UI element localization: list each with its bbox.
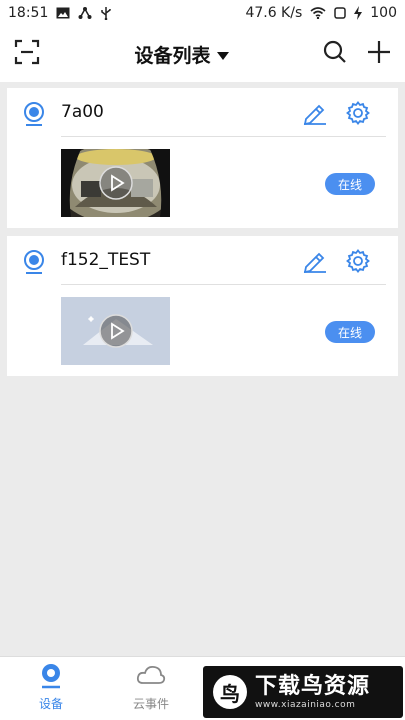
status-badge: 在线 xyxy=(325,321,375,343)
charging-icon xyxy=(354,6,363,20)
plus-icon xyxy=(367,41,390,63)
edit-icon[interactable] xyxy=(302,101,328,129)
add-device-button[interactable] xyxy=(367,40,391,68)
device-name[interactable]: f152_TEST xyxy=(61,250,150,270)
watermark-logo: 鸟 xyxy=(213,675,247,709)
cloud-icon xyxy=(136,663,166,692)
device-name[interactable]: 7a00 xyxy=(61,102,104,122)
battery-level: 100 xyxy=(370,5,397,21)
gear-icon[interactable] xyxy=(346,101,370,129)
status-badge: 在线 xyxy=(325,173,375,195)
divider xyxy=(61,136,386,137)
tab-label: 设备 xyxy=(38,697,63,711)
page-title: 设备列表 xyxy=(134,44,211,67)
net-speed: 47.6 K/s xyxy=(245,5,303,21)
watermark-overlay: 鸟 下载鸟资源 www.xiazainiao.com xyxy=(203,666,403,718)
share-notification-icon xyxy=(78,6,92,20)
watermark-title: 下载鸟资源 xyxy=(255,674,371,699)
sim-icon xyxy=(334,7,347,19)
play-icon xyxy=(98,166,133,200)
device-list-title-dropdown[interactable]: 设备列表 xyxy=(134,41,229,68)
camera-icon xyxy=(22,101,46,131)
status-time: 18:51 xyxy=(8,5,49,21)
app-bar: 设备列表 xyxy=(0,26,405,82)
caret-down-icon xyxy=(216,43,229,65)
play-button[interactable] xyxy=(61,149,170,217)
play-icon xyxy=(98,314,133,348)
search-icon[interactable] xyxy=(323,40,347,68)
camera-icon xyxy=(22,249,46,279)
tab-cloud-events[interactable]: 云事件 xyxy=(116,663,186,712)
tab-devices[interactable]: 设备 xyxy=(16,663,86,712)
image-notification-icon xyxy=(56,7,70,19)
scan-icon[interactable] xyxy=(14,39,40,69)
wifi-icon xyxy=(310,7,326,19)
play-button[interactable] xyxy=(61,297,170,365)
tab-label: 云事件 xyxy=(132,697,169,711)
location-pin-icon xyxy=(39,663,63,692)
status-bar: 18:51 47.6 K/s 100 xyxy=(0,0,405,26)
device-card: 7a00 在线 xyxy=(7,88,398,228)
device-card: f152_TEST 在线 xyxy=(7,236,398,376)
divider xyxy=(61,284,386,285)
usb-icon xyxy=(100,6,112,20)
edit-icon[interactable] xyxy=(302,249,328,277)
gear-icon[interactable] xyxy=(346,249,370,277)
watermark-url: www.xiazainiao.com xyxy=(255,700,356,710)
